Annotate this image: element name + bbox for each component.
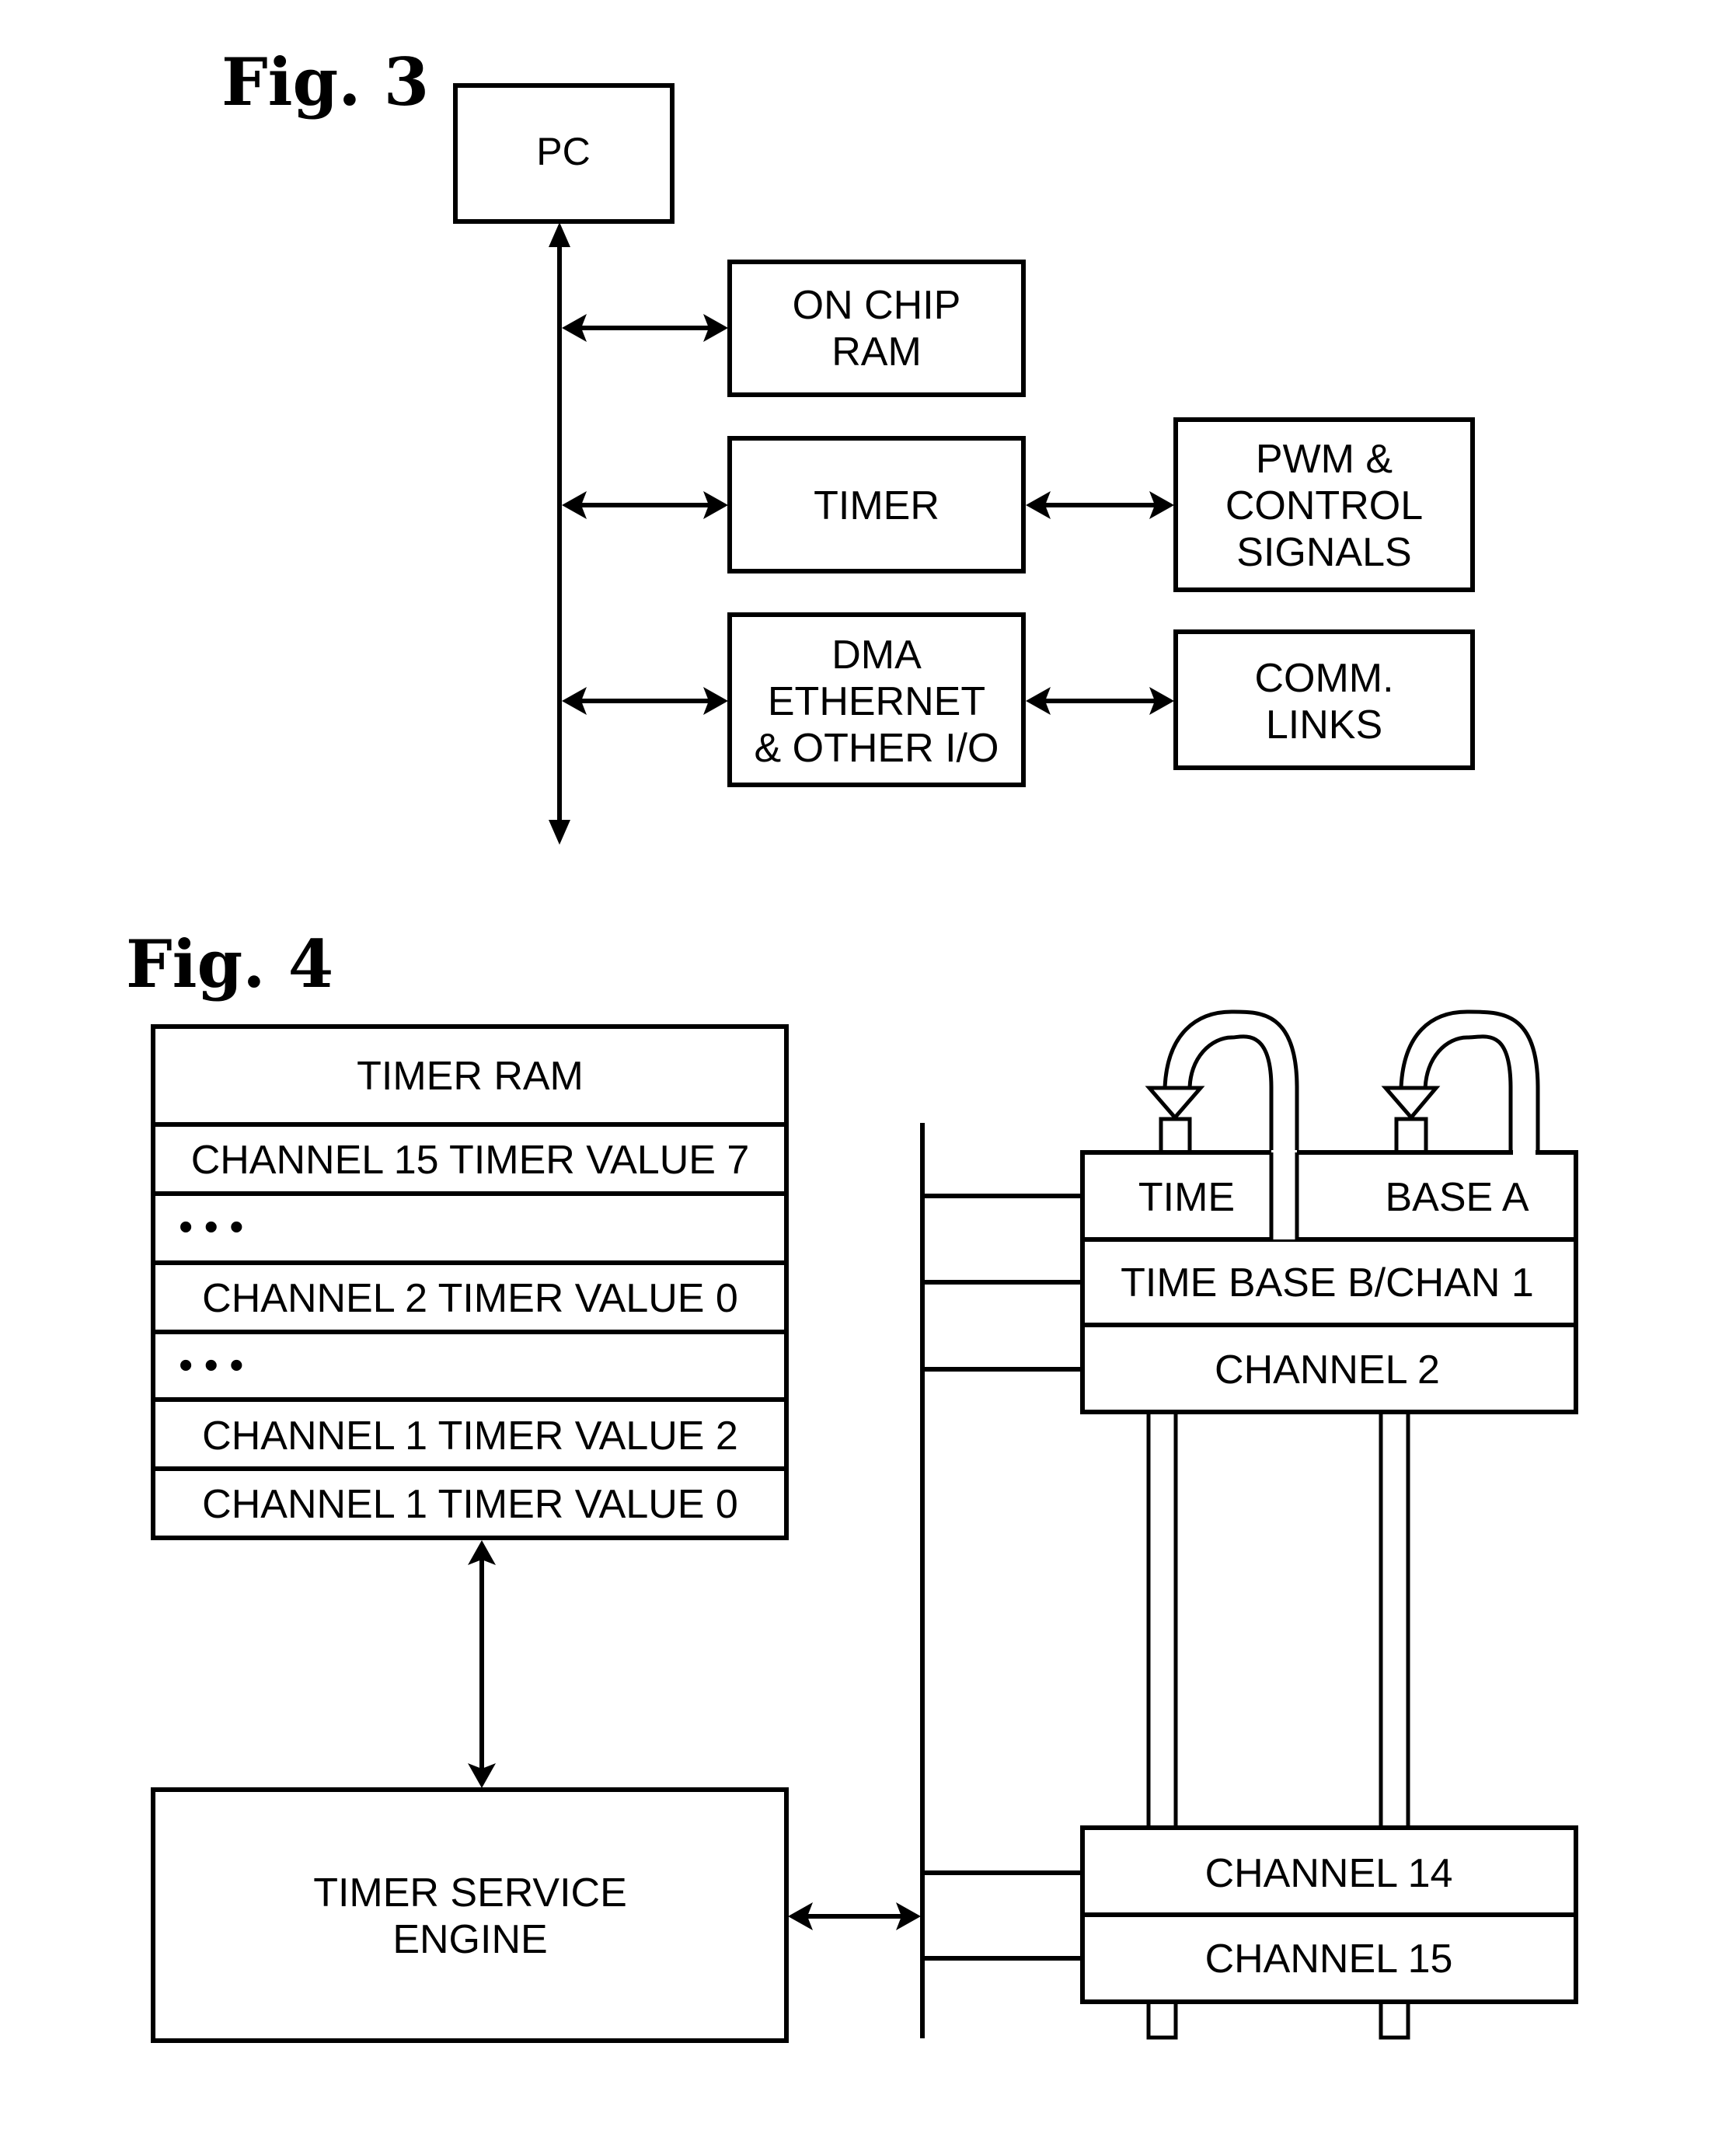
dma-label-3: & OTHER I/O (755, 726, 999, 771)
dma-ethernet-io-block: DMA ETHERNET & OTHER I/O (727, 612, 1026, 787)
loop-right-stub (1394, 1117, 1428, 1155)
engine-label-1: TIMER SERVICE (313, 1870, 627, 1916)
timer-ram-row: CHANNEL 15 TIMER VALUE 7 (191, 1138, 750, 1183)
bus-arrow-down-icon (549, 820, 570, 845)
dma-label-1: DMA (831, 633, 922, 678)
on-chip-ram-label-2: RAM (831, 329, 922, 375)
comm-label-1: COMM. (1254, 656, 1393, 701)
time-base-loop-arrows (1145, 1009, 1540, 1155)
time-base-a-right-label: BASE A (1386, 1175, 1529, 1220)
bus-arrow-up-icon (549, 222, 570, 247)
channel-2-label: CHANNEL 2 (1215, 1347, 1440, 1393)
timer-ram-header: TIMER RAM (357, 1054, 584, 1099)
engine-bus-double-arrow-icon (788, 1902, 921, 1930)
pwm-label-2: CONTROL (1225, 483, 1423, 528)
channel-group-top: TIME BASE A TIME BASE B/CHAN 1 CHANNEL 2 (1080, 1149, 1578, 1414)
time-base-b-chan1-label: TIME BASE B/CHAN 1 (1121, 1260, 1534, 1306)
loop-left-inner (1187, 1034, 1274, 1152)
time-base-a-left-label: TIME (1138, 1175, 1235, 1220)
pc-block: PC (453, 83, 675, 224)
channel-group-bottom: CHANNEL 14 CHANNEL 15 (1080, 1825, 1578, 2004)
timer-pwm-double-arrow-icon (1026, 491, 1174, 519)
comm-label-2: LINKS (1266, 702, 1382, 748)
engine-label-2: ENGINE (392, 1917, 547, 1962)
channel-15-label: CHANNEL 15 (1205, 1937, 1453, 1982)
bus-ram-double-arrow-icon (562, 314, 728, 342)
pipe-stub-right (1379, 2002, 1410, 2040)
timer-ram-row: CHANNEL 1 TIMER VALUE 0 (202, 1482, 738, 1527)
fig4-title: Fig. 4 (126, 926, 333, 1002)
loop-left-stub (1159, 1117, 1192, 1155)
timer-ram-row: CHANNEL 1 TIMER VALUE 2 (202, 1414, 738, 1459)
fig3-title: Fig. 3 (221, 44, 429, 120)
ellipsis-row: • • • (179, 1343, 244, 1388)
bus-timer-double-arrow-icon (562, 491, 728, 519)
comm-links-block: COMM. LINKS (1173, 629, 1475, 770)
loop-right-arrowhead-icon (1381, 1086, 1441, 1121)
pwm-label-3: SIGNALS (1236, 530, 1411, 575)
timer-ram-table: TIMER RAM CHANNEL 15 TIMER VALUE 7 • • •… (151, 1024, 789, 1540)
fig3: Fig. 3 PC ON CHIP RAM TIMER PWM & CONTRO… (221, 44, 1475, 845)
pc-label: PC (536, 130, 590, 173)
dma-label-2: ETHERNET (768, 679, 985, 724)
timer-label: TIMER (814, 483, 939, 528)
loop-left-outer (1163, 1009, 1299, 1152)
on-chip-ram-label-1: ON CHIP (793, 283, 961, 328)
ram-engine-double-arrow-icon (468, 1540, 496, 1788)
on-chip-ram-box (727, 260, 1026, 397)
fig4: Fig. 4 TIMER RAM CHANNEL 15 TIMER VALUE … (126, 926, 1578, 2043)
bus-dma-double-arrow-icon (562, 687, 728, 715)
on-chip-ram-block: ON CHIP RAM (727, 260, 1026, 397)
ellipsis-row: • • • (179, 1204, 244, 1250)
dma-comm-double-arrow-icon (1026, 687, 1174, 715)
patent-figure-canvas: Fig. 3 PC ON CHIP RAM TIMER PWM & CONTRO… (126, 44, 1578, 2043)
loop-left-arrowhead-icon (1145, 1086, 1205, 1121)
channel-14-label: CHANNEL 14 (1205, 1851, 1453, 1896)
pwm-control-signals-block: PWM & CONTROL SIGNALS (1173, 417, 1475, 592)
loop-right-outer (1399, 1009, 1540, 1152)
pwm-label-1: PWM & (1256, 437, 1393, 482)
pipe-stub-left (1146, 2002, 1178, 2040)
timer-block: TIMER (727, 436, 1026, 573)
timer-ram-row: CHANNEL 2 TIMER VALUE 0 (202, 1276, 738, 1321)
loop-right-inner (1423, 1034, 1513, 1152)
timer-service-engine-block: TIMER SERVICE ENGINE (151, 1787, 789, 2043)
